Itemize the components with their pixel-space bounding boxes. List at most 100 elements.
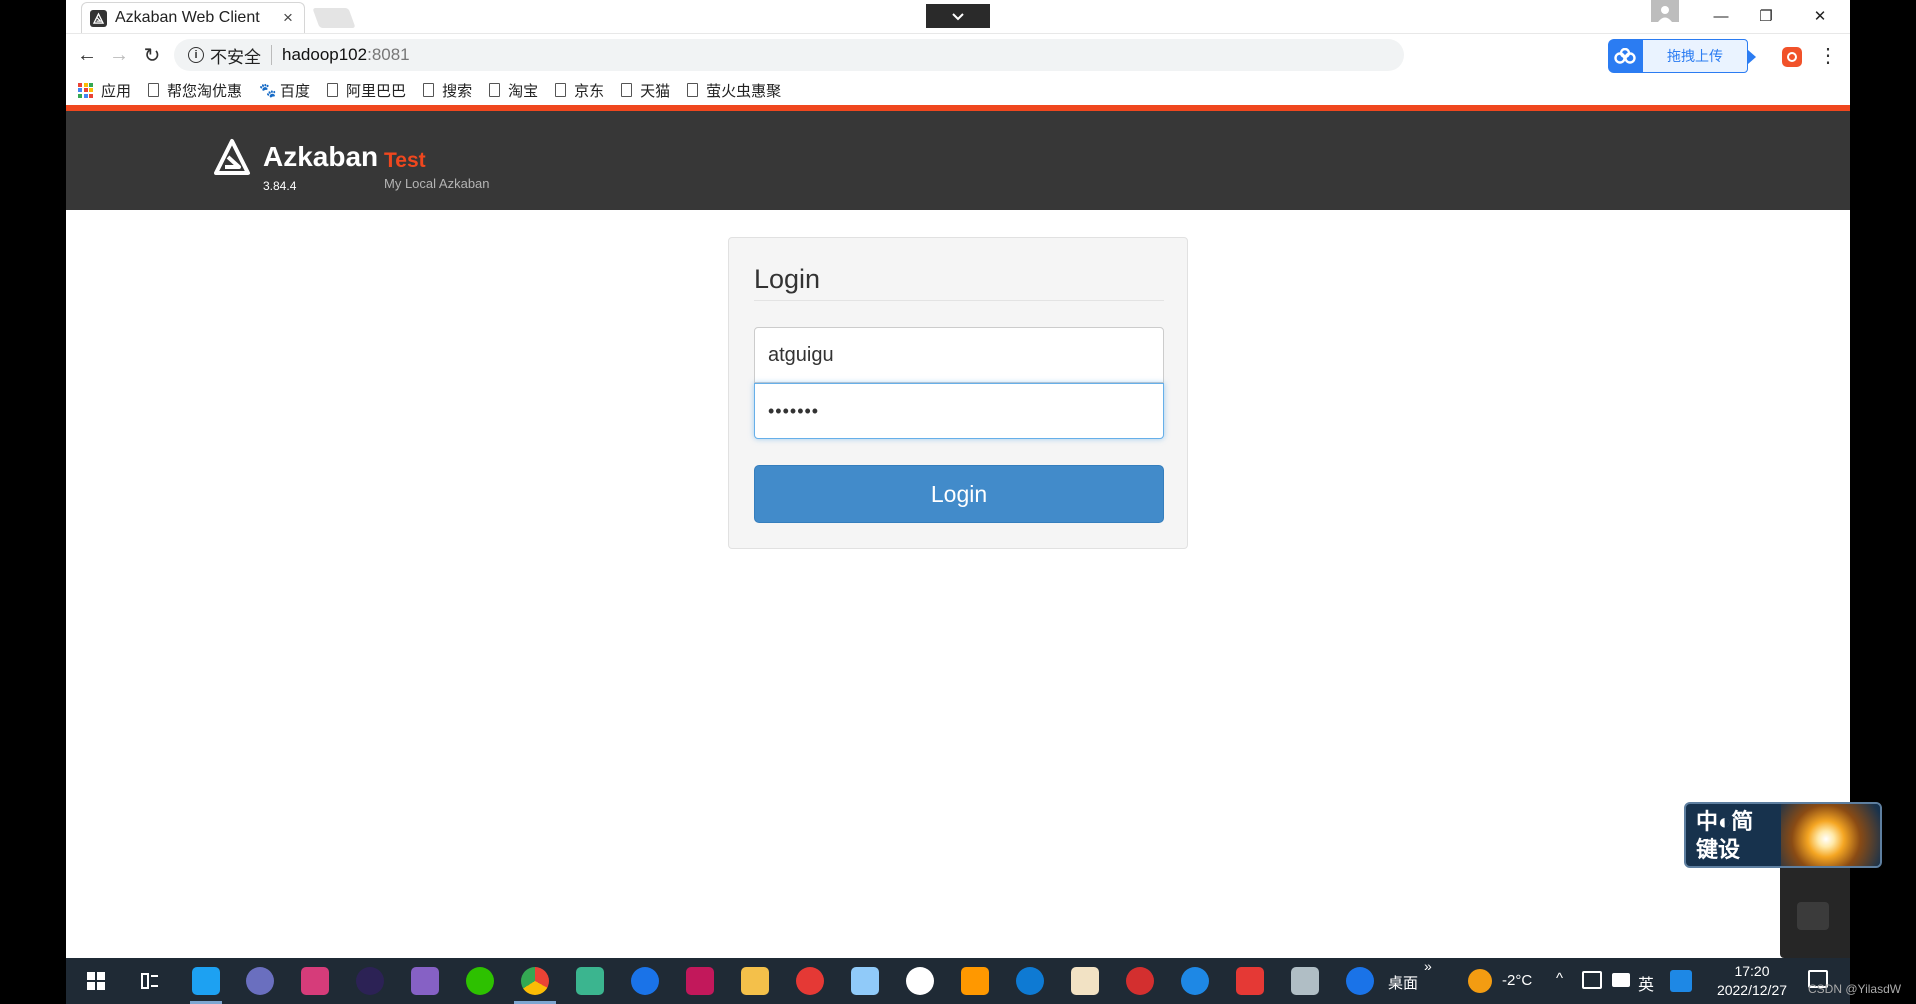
- visual-studio-icon[interactable]: [411, 967, 439, 995]
- bookmark-label: 阿里巴巴: [346, 82, 407, 100]
- ime-line-1: 中◐简: [1696, 809, 1754, 834]
- notes-app-icon[interactable]: [851, 967, 879, 995]
- bookmark-item[interactable]: 搜索: [423, 80, 472, 101]
- database-icon[interactable]: [686, 967, 714, 995]
- wechat-icon[interactable]: [466, 967, 494, 995]
- profile-avatar-icon[interactable]: [1651, 0, 1679, 22]
- weather-temperature[interactable]: -2°C: [1502, 972, 1532, 989]
- back-button[interactable]: ←: [74, 42, 100, 68]
- show-hidden-icons-icon[interactable]: ^: [1556, 970, 1563, 987]
- bookmark-item[interactable]: 萤火虫惠聚: [687, 80, 781, 101]
- java-cup-icon[interactable]: [1071, 967, 1099, 995]
- file-explorer-icon[interactable]: [741, 967, 769, 995]
- office-app-icon[interactable]: [961, 967, 989, 995]
- edge-icon[interactable]: [1181, 967, 1209, 995]
- brand-name[interactable]: Azkaban: [263, 141, 378, 173]
- smiley-app-icon[interactable]: [906, 967, 934, 995]
- version-label: 3.84.4: [263, 179, 297, 193]
- overflow-chevron-icon[interactable]: »: [1424, 958, 1432, 974]
- address-bar[interactable]: i 不安全 hadoop102:8081: [174, 39, 1404, 71]
- dolphin-app-icon[interactable]: [246, 967, 274, 995]
- teamviewer-icon[interactable]: [1016, 967, 1044, 995]
- browser-menu-icon[interactable]: ⋮: [1818, 42, 1838, 68]
- input-language-indicator[interactable]: 英: [1638, 971, 1654, 995]
- page-icon: [327, 83, 339, 97]
- apps-grid-icon: [78, 82, 93, 98]
- cloud-upload-extension-icon[interactable]: [1608, 39, 1642, 73]
- address-divider: [271, 45, 272, 65]
- recycle-bin-icon[interactable]: [1291, 967, 1319, 995]
- tab-search-button[interactable]: [926, 4, 990, 28]
- page-icon: [687, 83, 699, 97]
- reload-button[interactable]: ↻: [139, 42, 165, 68]
- page-icon: [423, 83, 435, 97]
- chevron-down-icon: [952, 13, 964, 21]
- sublime-icon[interactable]: [576, 967, 604, 995]
- chrome-icon[interactable]: [521, 967, 549, 995]
- clock-date: 2022/12/27: [1716, 982, 1788, 998]
- login-button[interactable]: Login: [754, 465, 1164, 523]
- browser-q-icon[interactable]: [1346, 967, 1374, 995]
- bookmark-label: 搜索: [442, 82, 473, 100]
- browser-toolbar: ← → ↻ i 不安全 hadoop102:8081 拖拽上传 ⋮: [66, 33, 1850, 75]
- eclipse-icon[interactable]: [356, 967, 384, 995]
- tab-title: Azkaban Web Client: [115, 9, 260, 26]
- bookmark-item[interactable]: 淘宝: [489, 80, 538, 101]
- bookmark-item[interactable]: 京东: [555, 80, 604, 101]
- username-input[interactable]: atguigu: [754, 327, 1164, 383]
- ime-line-2: 键设: [1696, 837, 1741, 862]
- network-icon[interactable]: [1582, 971, 1602, 989]
- azkaban-logo-icon[interactable]: [212, 137, 252, 177]
- page-icon: [621, 83, 633, 97]
- bookmark-label: 应用: [101, 82, 132, 100]
- bookmark-label: 京东: [574, 82, 605, 100]
- page-icon: [555, 83, 567, 97]
- baidu-input-icon[interactable]: [1670, 970, 1692, 992]
- bookmark-label: 淘宝: [508, 82, 539, 100]
- task-view-icon[interactable]: [136, 967, 164, 995]
- drag-upload-button[interactable]: 拖拽上传: [1642, 39, 1748, 73]
- forward-button[interactable]: →: [106, 42, 132, 68]
- snail-app-icon[interactable]: [796, 967, 824, 995]
- baidu-paw-icon: 🐾: [259, 81, 277, 98]
- minimize-button[interactable]: —: [1701, 4, 1741, 28]
- browser-window: Azkaban Web Client × — ❐ ✕ ← → ↻ i 不安全 h…: [66, 0, 1850, 1004]
- weather-sun-icon[interactable]: [1468, 969, 1492, 993]
- close-window-button[interactable]: ✕: [1800, 4, 1840, 28]
- desktop-toolbar-label[interactable]: 桌面: [1388, 972, 1418, 993]
- bookmark-item[interactable]: 帮您淘优惠: [148, 80, 242, 101]
- wps-icon[interactable]: [1236, 967, 1264, 995]
- red-app-icon[interactable]: [1126, 967, 1154, 995]
- system-clock[interactable]: 17:20 2022/12/27: [1702, 962, 1802, 1000]
- windows-start-icon[interactable]: [82, 967, 110, 995]
- red-extension-icon[interactable]: [1782, 47, 1802, 67]
- battery-icon[interactable]: [1612, 973, 1630, 987]
- url-host: hadoop102: [282, 45, 368, 64]
- info-icon[interactable]: i: [188, 47, 204, 63]
- ime-label: 中◐简 键设: [1696, 808, 1776, 864]
- browser-q-icon[interactable]: [631, 967, 659, 995]
- insecure-label[interactable]: 不安全: [210, 43, 261, 68]
- bookmark-label: 天猫: [640, 82, 671, 100]
- video-icon[interactable]: [1797, 902, 1829, 930]
- bookmark-item[interactable]: 天猫: [621, 80, 670, 101]
- bookmark-item[interactable]: 阿里巴巴: [327, 80, 406, 101]
- bookmark-label: 萤火虫惠聚: [706, 82, 782, 100]
- page-icon: [148, 83, 160, 97]
- restore-button[interactable]: ❐: [1746, 4, 1786, 28]
- page-icon: [489, 83, 501, 97]
- password-input[interactable]: •••••••: [754, 383, 1164, 439]
- azkaban-favicon-icon: [90, 9, 107, 27]
- app-icon-1[interactable]: [192, 967, 220, 995]
- ime-toolbar[interactable]: 中◐简 键设: [1684, 802, 1882, 868]
- azkaban-header: Azkaban 3.84.4 Test My Local Azkaban: [66, 105, 1850, 210]
- bookmark-apps[interactable]: 应用: [78, 80, 131, 101]
- tab-azkaban[interactable]: Azkaban Web Client ×: [81, 2, 305, 33]
- new-tab-button[interactable]: [312, 8, 356, 28]
- tab-close-icon[interactable]: ×: [280, 8, 296, 28]
- bookmark-baidu[interactable]: 🐾 百度: [259, 80, 310, 101]
- intellij-icon[interactable]: [301, 967, 329, 995]
- watermark: CSDN @YilasdW: [1808, 982, 1902, 996]
- taskbar: 桌面 » -2°C ^ 英 17:20 2022/12/27: [66, 958, 1850, 1004]
- extension-arrow-icon: [1748, 50, 1756, 64]
